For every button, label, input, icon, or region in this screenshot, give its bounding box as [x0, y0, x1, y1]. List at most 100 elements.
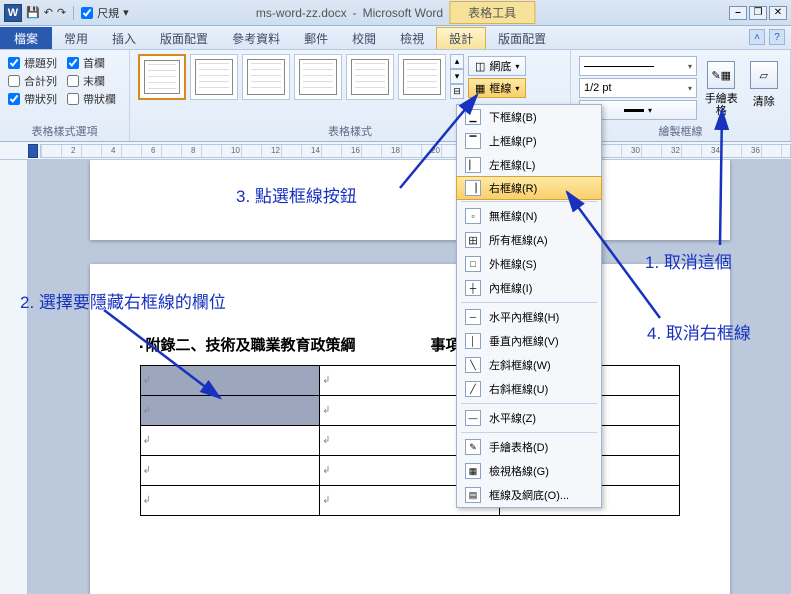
border-menu-item[interactable]: ▔上框線(P) [457, 129, 601, 153]
file-tab[interactable]: 檔案 [0, 27, 52, 49]
pen-style-combo[interactable]: ▾ [579, 56, 697, 76]
border-menu-item[interactable]: ▫無框線(N) [457, 204, 601, 228]
horizontal-ruler[interactable]: 24681012141618202224262830323436 [0, 142, 791, 160]
minimize-ribbon-icon[interactable]: ˄ [749, 29, 765, 45]
border-menu-item[interactable]: ─ 水平內框線(H) [457, 305, 601, 329]
style-thumb-2[interactable] [190, 54, 238, 100]
ruler-tick: 18 [391, 146, 400, 155]
tab-table-design[interactable]: 設計 [436, 27, 486, 49]
border-type-icon: 田 [465, 232, 481, 248]
shading-label: 網底 [489, 58, 511, 74]
table-styles-gallery[interactable]: ▴ ▾ ⊟ ◫網底▾ ▦框線▾ [138, 54, 562, 100]
qat-redo-icon[interactable]: ↷ [57, 6, 66, 19]
tab-home[interactable]: 常用 [52, 27, 100, 49]
minimize-button[interactable]: ⎯ [729, 6, 747, 20]
ruler-checkbox[interactable] [81, 7, 93, 19]
window-controls: ⎯ ❐ ✕ [729, 6, 787, 20]
border-menu-item[interactable]: │垂直內框線(V) [457, 329, 601, 353]
table-cell-selected[interactable]: ↲ [140, 396, 320, 426]
chk-last-col[interactable] [67, 75, 79, 87]
chk-banded-col[interactable] [67, 93, 79, 105]
menu-separator [461, 201, 597, 202]
annotation-4: 4. 取消右框線 [647, 319, 751, 344]
eraser-button[interactable]: ▱ 清除 [746, 54, 783, 124]
style-thumb-4[interactable] [294, 54, 342, 100]
borders-button[interactable]: ▦框線▾ [468, 78, 526, 98]
ribbon-tabs: 檔案 常用 插入 版面配置 參考資料 郵件 校閱 檢視 設計 版面配置 ˄ ? [0, 26, 791, 50]
app-name: Microsoft Word [363, 6, 443, 20]
style-thumb-1[interactable] [138, 54, 186, 100]
tab-review[interactable]: 校閱 [340, 27, 388, 49]
menu-item-label: 垂直內框線(V) [489, 333, 559, 349]
ruler-tick: 14 [311, 146, 320, 155]
qat-save-icon[interactable]: 💾 [26, 6, 40, 19]
draw-table-button[interactable]: ✎▦ 手繪表格 [703, 54, 740, 124]
bucket-icon: ◫ [475, 60, 485, 73]
table-cell[interactable]: ↲ [140, 456, 320, 486]
tab-references[interactable]: 參考資料 [220, 27, 292, 49]
table-cell-selected[interactable]: ↲ [140, 366, 320, 396]
menu-item-label: 下框線(B) [489, 109, 537, 125]
border-type-icon: ▦ [465, 463, 481, 479]
tab-insert[interactable]: 插入 [100, 27, 148, 49]
gallery-up-icon[interactable]: ▴ [450, 54, 464, 69]
style-thumb-3[interactable] [242, 54, 290, 100]
border-menu-item[interactable]: 田所有框線(A) [457, 228, 601, 252]
pen-weight-combo[interactable]: 1/2 pt▾ [579, 78, 697, 98]
close-button[interactable]: ✕ [769, 6, 787, 20]
chk-total-row[interactable] [8, 75, 20, 87]
border-menu-item[interactable]: —水平線(Z) [457, 406, 601, 430]
table-cell[interactable]: ↲ [140, 486, 320, 516]
gallery-more-icon[interactable]: ⊟ [450, 84, 464, 99]
current-page[interactable]: 附錄二、技術及職業教育政策綱 事項 ↲↲↲ ↲↲↲ ↲↲↲ ↲↲↲ ↲↲↲ [90, 264, 730, 594]
ruler-tick: 20 [431, 146, 440, 155]
menu-item-label: 檢視格線(G) [489, 463, 549, 479]
border-menu-item[interactable]: ✎手繪表格(D) [457, 435, 601, 459]
border-menu-item[interactable]: ┼內框線(I) [457, 276, 601, 300]
style-thumb-6[interactable] [398, 54, 446, 100]
border-menu-item[interactable]: ▏ 左框線(L) [457, 153, 601, 177]
page-scroll[interactable]: 附錄二、技術及職業教育政策綱 事項 ↲↲↲ ↲↲↲ ↲↲↲ ↲↲↲ ↲↲↲ [28, 160, 791, 594]
tab-view[interactable]: 檢視 [388, 27, 436, 49]
menu-item-label: 左框線(L) [489, 157, 535, 173]
gallery-down-icon[interactable]: ▾ [450, 69, 464, 84]
annotation-1: 1. 取消這個 [645, 248, 732, 273]
group-table-style-options: 標題列首欄 合計列末欄 帶狀列帶狀欄 表格樣式選項 [0, 50, 130, 141]
chk-banded-row[interactable] [8, 93, 20, 105]
help-icon[interactable]: ? [769, 29, 785, 45]
style-thumb-5[interactable] [346, 54, 394, 100]
tab-table-layout[interactable]: 版面配置 [486, 27, 558, 49]
qat-separator [73, 6, 74, 20]
border-menu-item[interactable]: ╲左斜框線(W) [457, 353, 601, 377]
border-menu-item[interactable]: ▕右框線(R) [456, 176, 602, 200]
border-type-icon: ▏ [465, 157, 481, 173]
border-type-icon: — [465, 410, 481, 426]
table-cell[interactable]: ↲ [140, 426, 320, 456]
border-type-icon: ✎ [465, 439, 481, 455]
chk-first-col[interactable] [67, 57, 79, 69]
vertical-ruler[interactable] [0, 160, 28, 594]
shading-button[interactable]: ◫網底▾ [468, 56, 526, 76]
prev-page-bottom [90, 160, 730, 240]
border-menu-item[interactable]: ▁下框線(B) [457, 105, 601, 129]
border-type-icon: ─ [465, 309, 481, 325]
menu-item-label: 外框線(S) [489, 256, 537, 272]
borders-label: 框線 [489, 80, 511, 96]
menu-item-label: 水平內框線(H) [489, 309, 559, 325]
border-menu-item[interactable]: ▦ 檢視格線(G) [457, 459, 601, 483]
draw-table-label: 手繪表格 [704, 93, 739, 117]
ruler-selector-icon[interactable] [28, 144, 38, 158]
tab-page-layout[interactable]: 版面配置 [148, 27, 220, 49]
qat-undo-icon[interactable]: ↶ [44, 6, 53, 19]
ruler-tick: 34 [711, 146, 720, 155]
qat-dropdown-icon[interactable]: ▾ [123, 6, 129, 19]
border-menu-item[interactable]: ╱右斜框線(U) [457, 377, 601, 401]
tab-mailings[interactable]: 郵件 [292, 27, 340, 49]
border-menu-item[interactable]: ▤框線及網底(O)... [457, 483, 601, 507]
restore-button[interactable]: ❐ [749, 6, 767, 20]
menu-item-label: 內框線(I) [489, 280, 532, 296]
ruler-track: 24681012141618202224262830323436 [40, 144, 791, 158]
group-label-draw-borders: 繪製框線 [571, 123, 790, 139]
border-menu-item[interactable]: □外框線(S) [457, 252, 601, 276]
chk-header-row[interactable] [8, 57, 20, 69]
